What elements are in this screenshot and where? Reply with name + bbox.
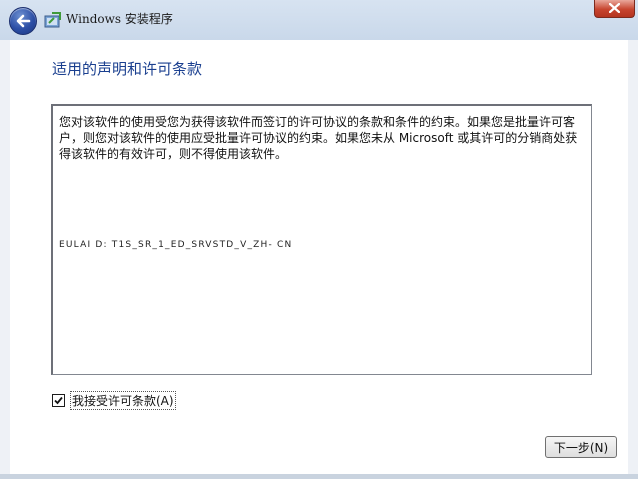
eula-id: EULAI D: T1S_SR_1_ED_SRVSTD_V_ZH- CN <box>59 240 293 250</box>
accept-license-row[interactable]: 我接受许可条款(A) <box>52 390 176 410</box>
back-button[interactable] <box>9 7 37 35</box>
close-icon <box>609 3 620 13</box>
next-button[interactable]: 下一步(N) <box>545 436 617 458</box>
window-bottom-edge <box>0 474 638 479</box>
back-arrow-icon <box>16 14 31 28</box>
setup-window: Windows 安装程序 适用的声明和许可条款 您对该软件的使用受您为获得该软件… <box>0 0 638 479</box>
window-title: Windows 安装程序 <box>66 12 173 26</box>
accept-license-label[interactable]: 我接受许可条款(A) <box>70 390 176 410</box>
content-panel: 适用的声明和许可条款 您对该软件的使用受您为获得该软件而签订的许可协议的条款和条… <box>10 40 628 474</box>
page-title: 适用的声明和许可条款 <box>52 60 203 78</box>
license-text: 您对该软件的使用受您为获得该软件而签订的许可协议的条款和条件的约束。如果您是批量… <box>59 115 578 161</box>
title-bar: Windows 安装程序 <box>0 0 638 40</box>
checkmark-icon <box>54 396 63 404</box>
accept-license-checkbox[interactable] <box>52 393 65 407</box>
windows-setup-icon <box>44 12 61 28</box>
close-button[interactable] <box>594 0 635 18</box>
license-text-box[interactable]: 您对该软件的使用受您为获得该软件而签订的许可协议的条款和条件的约束。如果您是批量… <box>51 104 592 375</box>
